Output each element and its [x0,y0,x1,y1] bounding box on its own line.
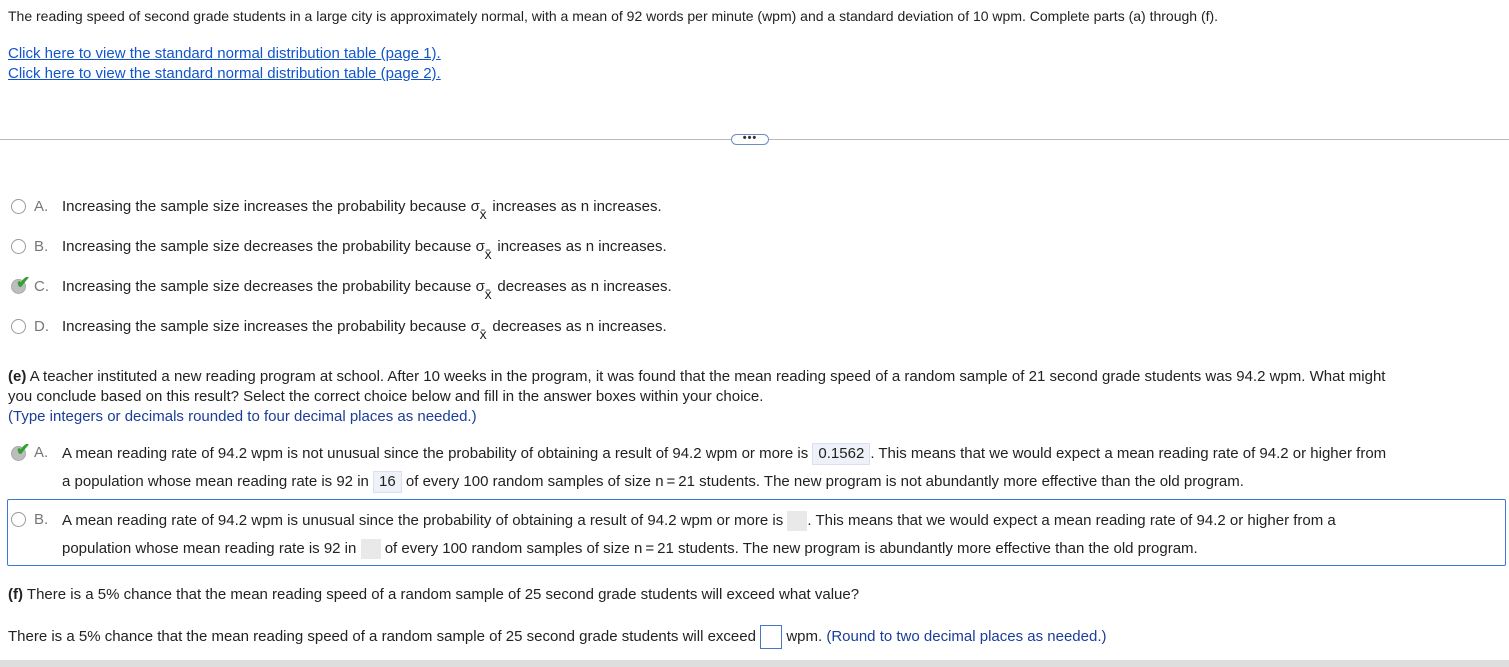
option-letter: B. [34,238,49,255]
wpm-answer-input[interactable] [760,625,783,649]
option-letter: A. [34,198,49,215]
option-letter: A. [34,444,49,461]
count-input[interactable] [360,539,381,559]
expand-more-button[interactable]: ••• [731,133,769,145]
checkmark-icon: ✔ [16,440,31,459]
option-text-line1: A mean reading rate of 94.2 wpm is unusu… [62,511,1336,531]
probability-answer: 0.1562 [812,443,871,465]
sigma-xbar-symbol: σ x̄ [470,198,487,222]
option-text: Increasing the sample size decreases the… [62,238,667,262]
option-letter: B. [34,511,49,528]
option-text-line2: population whose mean reading rate is 92… [62,539,1198,559]
radio-button[interactable] [11,319,26,334]
radio-button[interactable] [11,239,26,254]
option-text: Increasing the sample size decreases the… [62,278,672,302]
part-f-answer-line: There is a 5% chance that the mean readi… [8,625,1107,649]
part-f-question: (f) There is a 5% chance that the mean r… [8,586,860,603]
part-e-hint: (Type integers or decimals rounded to fo… [8,408,477,425]
problem-statement: The reading speed of second grade studen… [8,8,1219,24]
option-text: Increasing the sample size increases the… [62,198,662,222]
option-text-line1: A mean reading rate of 94.2 wpm is not u… [62,443,1386,465]
option-text: Increasing the sample size increases the… [62,318,667,342]
normal-table-page1-link[interactable]: Click here to view the standard normal d… [8,45,441,62]
part-f-hint: (Round to two decimal places as needed.) [826,627,1107,645]
option-letter: C. [34,278,49,295]
bottom-bar [0,660,1509,667]
radio-button[interactable] [11,512,26,527]
count-answer: 16 [373,471,402,493]
checkmark-icon: ✔ [16,273,31,292]
normal-table-page2-link[interactable]: Click here to view the standard normal d… [8,65,441,82]
sigma-xbar-symbol: σ x̄ [475,278,492,302]
part-e-question-line2: you conclude based on this result? Selec… [8,388,764,405]
option-letter: D. [34,318,49,335]
radio-button[interactable] [11,199,26,214]
sigma-xbar-symbol: σ x̄ [470,318,487,342]
sigma-xbar-symbol: σ x̄ [475,238,492,262]
probability-input[interactable] [787,511,808,531]
option-text-line2: a population whose mean reading rate is … [62,471,1244,493]
part-e-question-line1: (e) A teacher instituted a new reading p… [8,368,1386,385]
